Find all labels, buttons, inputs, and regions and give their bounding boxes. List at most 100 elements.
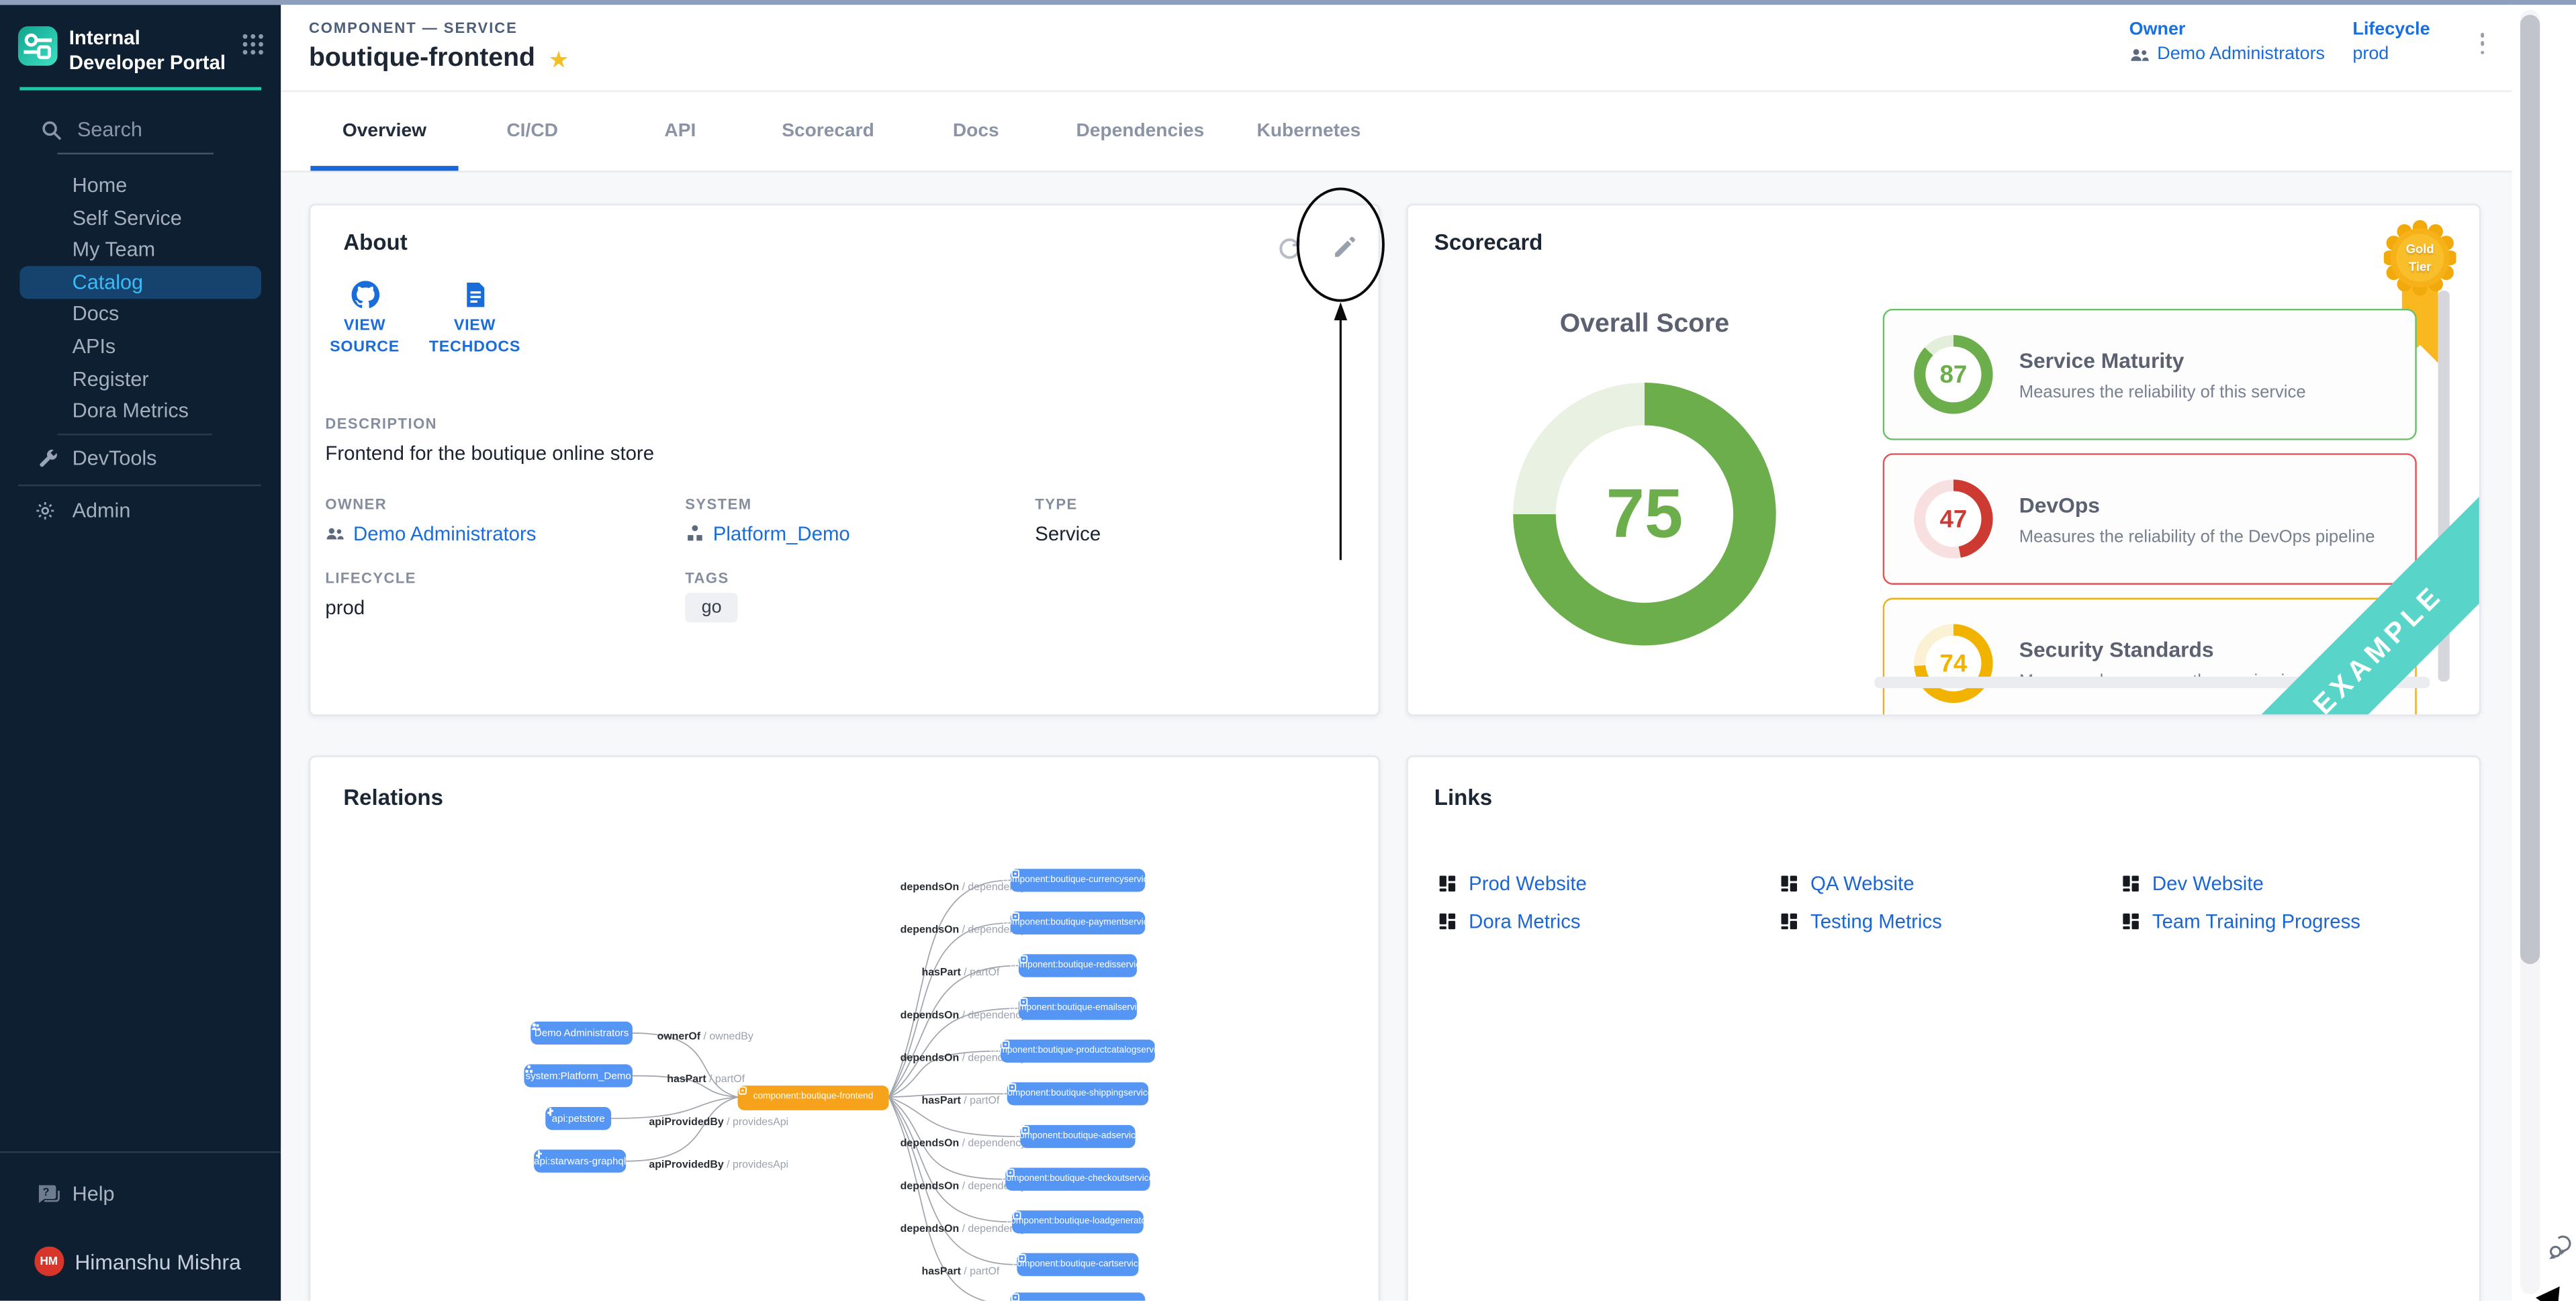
overall-score-label: Overall Score bbox=[1513, 310, 1776, 340]
tab-kubernetes[interactable]: Kubernetes bbox=[1230, 92, 1387, 171]
graph-node-component-boutique-shippingservice[interactable]: component:boutique-shippingservice bbox=[1007, 1083, 1148, 1105]
tier-line2: Tier bbox=[2384, 259, 2456, 277]
nav-divider bbox=[18, 484, 261, 485]
search-input[interactable]: Search bbox=[0, 91, 281, 150]
graph-node-api-starwars-graphql[interactable]: api:starwars-graphql bbox=[534, 1150, 626, 1172]
dashboard-icon bbox=[1438, 912, 1457, 931]
edit-pencil-icon[interactable] bbox=[1329, 233, 1359, 262]
favorite-star-icon[interactable]: ★ bbox=[549, 48, 569, 70]
owner-label: Owner bbox=[2129, 19, 2325, 39]
score-donut: 74 bbox=[1914, 624, 1992, 703]
owner-field-label: OWNER bbox=[325, 496, 536, 512]
window-top-strip bbox=[0, 0, 2576, 5]
refresh-icon[interactable] bbox=[1275, 233, 1304, 262]
score-donut: 47 bbox=[1914, 479, 1992, 558]
sidebar-item-self-service[interactable]: Self Service bbox=[0, 202, 281, 234]
link-dev-website[interactable]: Dev Website bbox=[2121, 872, 2463, 895]
sidebar-item-dora-metrics[interactable]: Dora Metrics bbox=[0, 395, 281, 427]
graph-node-system-platform-demo[interactable]: system:Platform_Demo bbox=[524, 1065, 632, 1087]
sidebar-item-docs[interactable]: Docs bbox=[0, 298, 281, 330]
app-window: Internal Developer Portal Search HomeSel… bbox=[0, 0, 2576, 1301]
graph-node-component-boutique-paymentservice[interactable]: component:boutique-paymentservice bbox=[1011, 912, 1146, 934]
github-icon bbox=[351, 281, 379, 309]
tab-overview[interactable]: Overview bbox=[310, 92, 458, 171]
cursor bbox=[2536, 1279, 2571, 1301]
about-card: About VIEW SOURCE VIEW T bbox=[309, 203, 1380, 716]
graph-node-clipped[interactable] bbox=[1011, 1293, 1146, 1301]
sidebar-item-admin[interactable]: Admin bbox=[0, 495, 281, 528]
edge-label: hasPart / partOf bbox=[921, 1266, 999, 1278]
graph-node-component-boutique-currencyservice[interactable]: component:boutique-currencyservice bbox=[1011, 869, 1146, 892]
dashboard-icon bbox=[1780, 874, 1799, 894]
content-area: About VIEW SOURCE VIEW T bbox=[281, 173, 2512, 1301]
entity-tabs: OverviewCI/CDAPIScorecardDocsDependencie… bbox=[281, 92, 2576, 173]
graph-node-component-boutique-adservice[interactable]: component:boutique-adservice bbox=[1020, 1125, 1135, 1147]
system-icon bbox=[685, 524, 704, 543]
breadcrumb: COMPONENT — SERVICE bbox=[309, 19, 518, 36]
docs-icon bbox=[461, 281, 489, 309]
tag-chip[interactable]: go bbox=[685, 593, 738, 622]
sidebar-item-my-team[interactable]: My Team bbox=[0, 234, 281, 266]
group-icon bbox=[325, 524, 344, 543]
tab-dependencies[interactable]: Dependencies bbox=[1050, 92, 1230, 171]
tab-api[interactable]: API bbox=[606, 92, 754, 171]
link-label: Dora Metrics bbox=[1469, 910, 1580, 932]
sidebar-item-apis[interactable]: APIs bbox=[0, 330, 281, 363]
score-name: DevOps bbox=[2019, 492, 2375, 517]
sidebar-nav: HomeSelf ServiceMy TeamCatalogDocsAPIsRe… bbox=[0, 170, 281, 528]
overall-score-donut: 75 bbox=[1513, 383, 1776, 645]
entity-header: COMPONENT — SERVICE boutique-frontend ★ … bbox=[281, 5, 2576, 92]
owner-value[interactable]: Demo Administrators bbox=[2129, 44, 2325, 64]
tab-ci-cd[interactable]: CI/CD bbox=[459, 92, 606, 171]
system-field-value[interactable]: Platform_Demo bbox=[685, 522, 850, 545]
graph-node-component-boutique-cartservice[interactable]: component:boutique-cartservice bbox=[1017, 1253, 1138, 1275]
view-source-button[interactable]: VIEW SOURCE bbox=[319, 281, 411, 359]
graph-node-component-boutique-checkoutservice[interactable]: component:boutique-checkoutservice bbox=[1005, 1168, 1150, 1190]
about-title: About bbox=[343, 230, 407, 255]
link-dora-metrics[interactable]: Dora Metrics bbox=[1438, 910, 1780, 932]
type-field-label: TYPE bbox=[1035, 496, 1101, 512]
search-icon bbox=[41, 119, 62, 141]
right-rail bbox=[2512, 5, 2576, 1300]
tab-docs[interactable]: Docs bbox=[902, 92, 1050, 171]
apps-grid-icon[interactable] bbox=[242, 33, 265, 64]
scorecard-title: Scorecard bbox=[1434, 230, 1543, 255]
edge-label: apiProvidedBy / providesApi bbox=[649, 1117, 788, 1128]
link-qa-website[interactable]: QA Website bbox=[1780, 872, 2121, 895]
graph-node-component-boutique-redisservice[interactable]: component:boutique-redisservice bbox=[1019, 955, 1137, 977]
owner-field-value[interactable]: Demo Administrators bbox=[325, 522, 536, 545]
scorecard-item-devops[interactable]: 47 DevOps Measures the reliability of th… bbox=[1883, 453, 2417, 585]
link-testing-metrics[interactable]: Testing Metrics bbox=[1780, 910, 2121, 932]
owner-block: Owner Demo Administrators bbox=[2129, 19, 2325, 64]
page-scrollbar-thumb[interactable] bbox=[2520, 15, 2540, 964]
brand-title: Internal Developer Portal bbox=[69, 26, 227, 75]
scorecard-card: Scorecard Gold Tier Overal bbox=[1406, 203, 2481, 716]
link-prod-website[interactable]: Prod Website bbox=[1438, 872, 1780, 895]
link-team-training-progress[interactable]: Team Training Progress bbox=[2121, 910, 2463, 932]
sidebar-item-catalog[interactable]: Catalog bbox=[19, 266, 261, 298]
graph-node-demo-administrators[interactable]: Demo Administrators bbox=[531, 1022, 633, 1044]
sidebar-item-register[interactable]: Register bbox=[0, 363, 281, 395]
link-label: QA Website bbox=[1810, 872, 1914, 895]
lifecycle-field-value: prod bbox=[325, 596, 416, 619]
graph-node-component-boutique-loadgenerator[interactable]: component:boutique-loadgenerator bbox=[1012, 1211, 1144, 1233]
sidebar-item-devtools[interactable]: DevTools bbox=[0, 442, 281, 474]
feedback-chat-icon[interactable] bbox=[2546, 1233, 2575, 1261]
brand-logo-icon bbox=[18, 26, 58, 66]
sidebar-item-help[interactable]: ? Help bbox=[0, 1176, 281, 1212]
description-value: Frontend for the boutique online store bbox=[325, 442, 1245, 465]
view-techdocs-button[interactable]: VIEW TECHDOCS bbox=[429, 281, 521, 359]
sidebar-item-home[interactable]: Home bbox=[0, 170, 281, 202]
tab-scorecard[interactable]: Scorecard bbox=[754, 92, 902, 171]
gear-icon bbox=[34, 501, 56, 522]
graph-node-api-petstore[interactable]: api:petstore bbox=[545, 1108, 611, 1130]
graph-node-component-boutique-emailservice[interactable]: component:boutique-emailservice bbox=[1019, 998, 1137, 1020]
dashboard-icon bbox=[1780, 912, 1799, 931]
lifecycle-label: Lifecycle bbox=[2352, 19, 2430, 39]
user-menu[interactable]: HM Himanshu Mishra bbox=[0, 1242, 281, 1282]
sidebar: Internal Developer Portal Search HomeSel… bbox=[0, 5, 281, 1300]
more-options-kebab-icon[interactable] bbox=[2471, 33, 2494, 66]
scorecard-item-service-maturity[interactable]: 87 Service Maturity Measures the reliabi… bbox=[1883, 309, 2417, 440]
graph-node-focus-component-boutique-frontend[interactable]: component:boutique-frontend bbox=[737, 1085, 888, 1110]
graph-node-component-boutique-productcatalogservice[interactable]: component:boutique-productcatalogservice bbox=[1001, 1040, 1155, 1062]
